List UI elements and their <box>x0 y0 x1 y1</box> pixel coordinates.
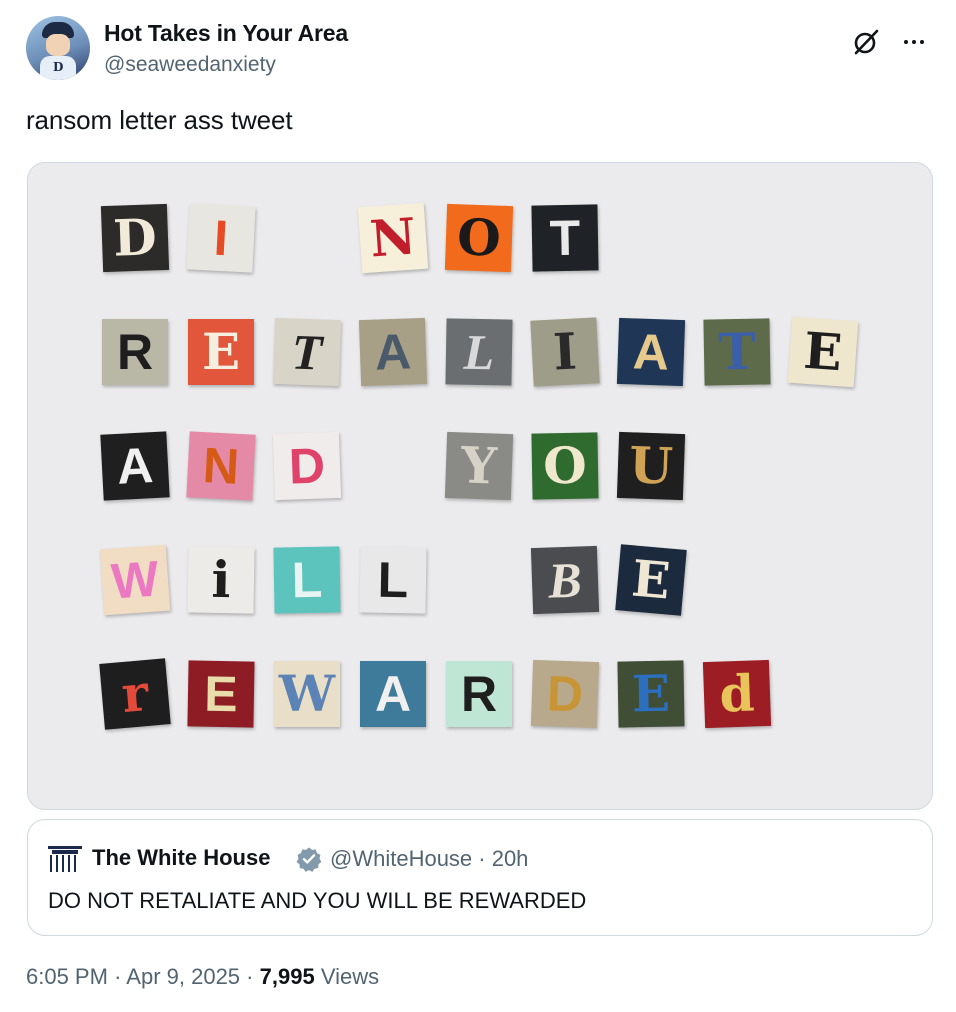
more-options-icon <box>904 40 908 44</box>
ransom-letter-tile: D <box>100 203 170 273</box>
author-display-name[interactable]: Hot Takes in Your Area <box>104 20 348 47</box>
tweet-text: ransom letter ass tweet <box>26 105 293 135</box>
ransom-letter-tile: E <box>187 660 255 728</box>
more-options-icon <box>912 40 916 44</box>
ransom-letter-tile: A <box>100 431 170 501</box>
tweet: D Hot Takes in Your Area @seaweedanxiety… <box>0 0 956 1012</box>
quoted-author-name[interactable]: The White House <box>92 845 270 871</box>
quoted-tweet-text: DO NOT RETALIATE AND YOU WILL BE REWARDE… <box>48 888 587 913</box>
white-house-columns <box>50 855 80 872</box>
ransom-letter-tile: A <box>616 317 686 387</box>
ransom-letter-tile: E <box>617 660 685 728</box>
ransom-letter-tile: L <box>359 546 427 614</box>
author-avatar[interactable]: D <box>26 16 90 80</box>
verified-badge-icon <box>296 847 322 872</box>
ransom-letter-tile: D <box>530 659 600 729</box>
ransom-letter-tile: A <box>360 661 426 727</box>
ransom-letter-tile: R <box>446 661 512 727</box>
ransom-letter-tile: D <box>272 431 342 501</box>
ransom-letter-tile: i <box>187 546 255 614</box>
ransom-letter-tile: O <box>531 432 599 500</box>
footer-separator: · <box>114 964 127 989</box>
ransom-letter-tile: d <box>702 659 772 729</box>
ransom-letter-tile: L <box>445 318 513 386</box>
tweet-time[interactable]: 6:05 PM <box>26 964 108 989</box>
white-house-roof <box>52 850 78 854</box>
tweet-footer: 6:05 PM · Apr 9, 2025 · 7,995 Views <box>26 964 379 990</box>
quoted-tweet[interactable]: The White House @WhiteHouse · 20h DO NOT… <box>27 819 933 936</box>
ransom-letter-tile: Y <box>444 431 514 501</box>
ransom-letter-tile: E <box>188 319 254 385</box>
ransom-letter-tile: B <box>530 545 600 615</box>
ransom-letter-tile: T <box>531 204 599 272</box>
avatar-face <box>46 34 70 56</box>
more-options-button[interactable] <box>894 24 934 60</box>
ransom-letter-tile: L <box>273 546 341 614</box>
ransom-letter-tile: A <box>358 317 428 387</box>
tweet-date[interactable]: Apr 9, 2025 <box>126 964 240 989</box>
ransom-letter-tile: E <box>787 316 859 388</box>
ransom-letter-tile: E <box>615 544 687 616</box>
avatar-logo: D <box>53 60 64 74</box>
grok-icon <box>854 29 879 55</box>
quoted-handle-time[interactable]: @WhiteHouse · 20h <box>330 846 528 872</box>
white-house-icon[interactable] <box>48 846 82 872</box>
ransom-letter-tile: I <box>186 203 256 273</box>
ransom-letter-tile: W <box>274 661 340 727</box>
footer-separator: · <box>246 964 260 989</box>
more-options-icon <box>920 40 924 44</box>
ransom-letter-tile: N <box>357 202 429 274</box>
ransom-letter-tile: N <box>186 431 256 501</box>
grok-button[interactable] <box>848 24 884 60</box>
ransom-letter-tile: W <box>99 544 171 616</box>
views-count: 7,995 <box>259 964 315 989</box>
ransom-letter-tile: r <box>99 658 171 730</box>
ransom-letter-tile: T <box>703 318 771 386</box>
ransom-letter-tile: U <box>616 431 686 501</box>
ransom-letter-tile: O <box>444 203 514 273</box>
tweet-header: D Hot Takes in Your Area @seaweedanxiety <box>26 16 936 86</box>
ransom-letter-tile: R <box>102 319 168 385</box>
views-label: Views <box>320 964 380 989</box>
ransom-letter-tile: T <box>272 317 342 387</box>
author-handle[interactable]: @seaweedanxiety <box>104 53 276 77</box>
tweet-media-image[interactable]: DINOTRETALIATEANDYOUWiLLBErEWARDEd <box>27 162 933 810</box>
ransom-letter-tile: I <box>530 317 600 387</box>
